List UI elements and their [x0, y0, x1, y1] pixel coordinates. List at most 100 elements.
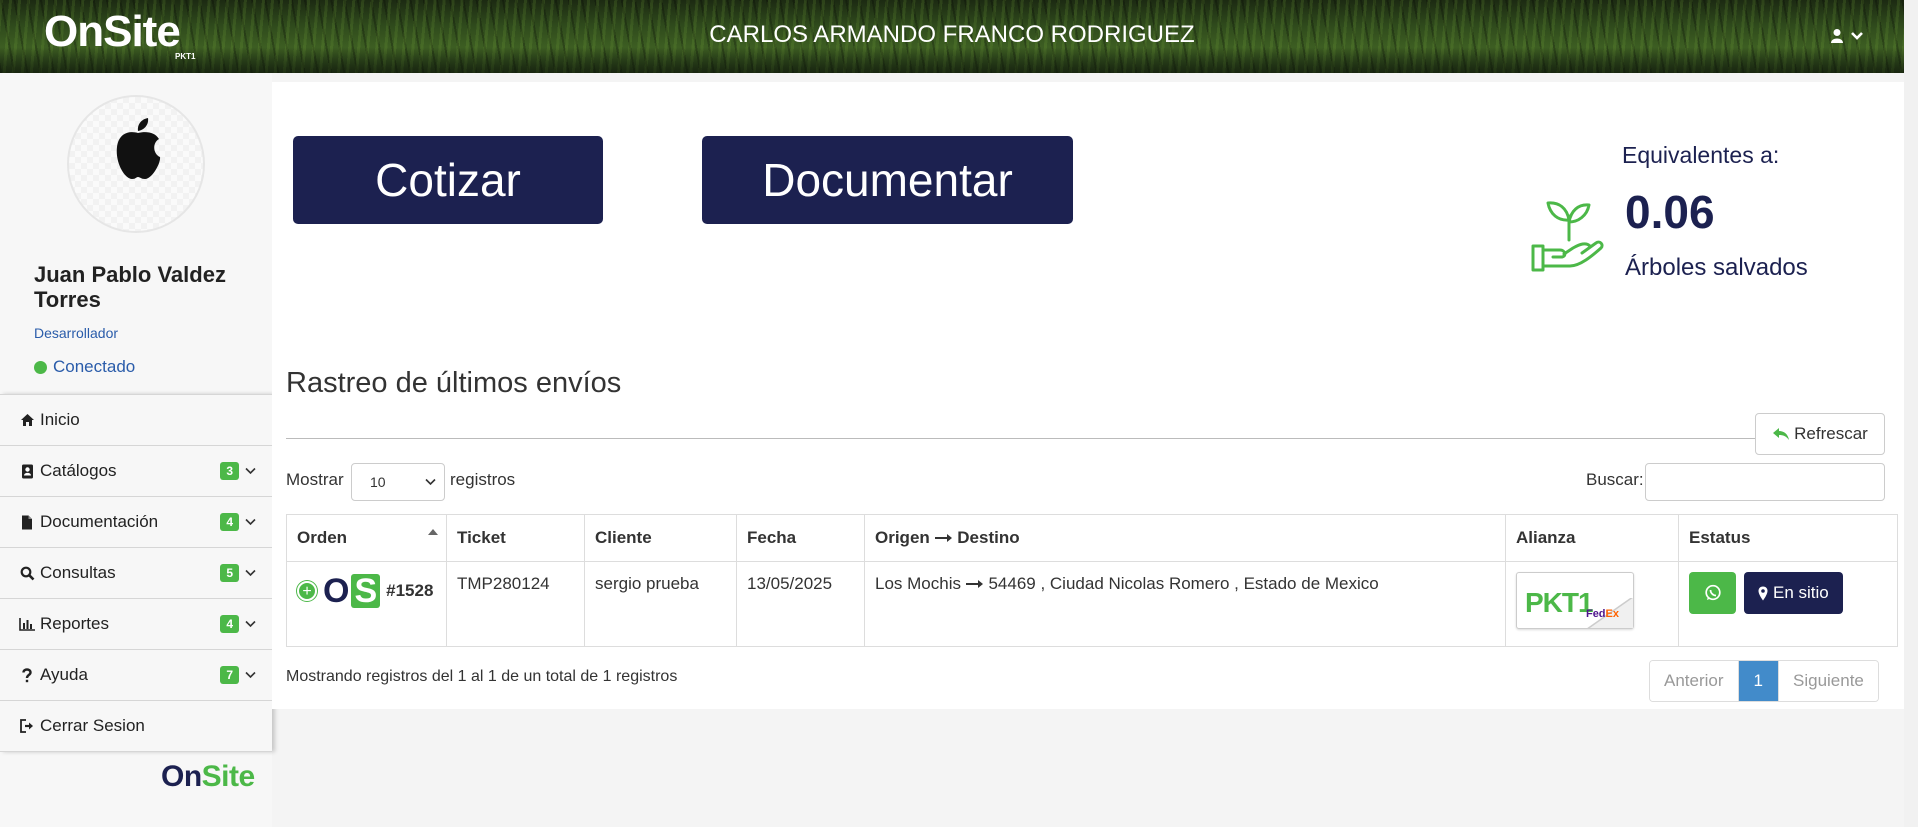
- sidebar-item-label: Documentación: [40, 512, 159, 531]
- column-header-fecha[interactable]: Fecha: [736, 514, 865, 562]
- status-en-sitio-button[interactable]: En sitio: [1744, 572, 1843, 614]
- table-row: + OS #1528 TMP280124 sergio prueba 13/05…: [286, 561, 1898, 647]
- cell-date: 13/05/2025: [736, 561, 865, 647]
- cell-order: + OS #1528: [286, 561, 447, 647]
- chevron-down-icon: [245, 515, 256, 529]
- map-marker-icon: [1758, 586, 1768, 600]
- sidebar-nav: Inicio Catálogos 3 Documentación 4 Consu…: [0, 394, 272, 752]
- order-number[interactable]: #1528: [386, 581, 433, 601]
- fedex-logo-text: FedEx: [1585, 608, 1619, 620]
- sidebar-item-label: Cerrar Sesion: [40, 716, 145, 735]
- sidebar-item-catalogos[interactable]: Catálogos 3: [0, 446, 272, 497]
- scrollbar[interactable]: [1904, 0, 1918, 827]
- refresh-button[interactable]: Refrescar: [1755, 413, 1885, 455]
- sidebar-item-documentacion[interactable]: Documentación 4: [0, 497, 272, 548]
- sidebar-item-label: Inicio: [40, 410, 80, 429]
- table-header-row: Orden Ticket Cliente Fecha Origen Destin…: [286, 514, 1898, 562]
- count-badge: 4: [220, 513, 239, 531]
- footer-logo: OnSite: [161, 760, 255, 793]
- cell-route: Los Mochis 54469 , Ciudad Nicolas Romero…: [864, 561, 1506, 647]
- home-icon: [18, 413, 36, 427]
- page-length-select[interactable]: 10: [351, 463, 445, 501]
- cell-alliance: PKT1 FedEx: [1505, 561, 1679, 647]
- sidebar-item-consultas[interactable]: Consultas 5: [0, 548, 272, 599]
- chevron-down-icon: [425, 477, 436, 489]
- refresh-label: Refrescar: [1794, 424, 1868, 443]
- file-icon: [18, 515, 36, 530]
- expand-row-icon[interactable]: +: [297, 581, 317, 601]
- chevron-down-icon: [245, 617, 256, 631]
- bar-chart-icon: [18, 617, 36, 631]
- count-badge: 3: [220, 462, 239, 480]
- documentar-button[interactable]: Documentar: [702, 136, 1073, 224]
- cell-ticket: TMP280124: [446, 561, 585, 647]
- count-badge: 4: [220, 615, 239, 633]
- pagination: Anterior 1 Siguiente: [1649, 660, 1879, 702]
- cell-client: sergio prueba: [584, 561, 737, 647]
- equivalents-label: Árboles salvados: [1625, 254, 1808, 281]
- user-icon: [1831, 29, 1843, 43]
- route-origin: Los Mochis: [875, 574, 961, 593]
- cotizar-button[interactable]: Cotizar: [293, 136, 603, 224]
- column-header-estatus[interactable]: Estatus: [1678, 514, 1898, 562]
- column-header-origen-destino[interactable]: Origen Destino: [864, 514, 1506, 562]
- cell-status: En sitio: [1678, 561, 1898, 647]
- column-header-alianza[interactable]: Alianza: [1505, 514, 1679, 562]
- reply-icon: [1773, 428, 1790, 440]
- sidebar-item-ayuda[interactable]: Ayuda 7: [0, 650, 272, 701]
- status-label: En sitio: [1773, 583, 1829, 602]
- pager-previous[interactable]: Anterior: [1650, 661, 1739, 701]
- length-prefix: Mostrar: [286, 470, 344, 489]
- column-header-ticket[interactable]: Ticket: [446, 514, 585, 562]
- plant-hand-icon: [1531, 201, 1604, 272]
- arrow-right-icon: [934, 528, 958, 547]
- avatar: [67, 95, 205, 233]
- equivalents-title: Equivalentes a:: [1622, 142, 1780, 168]
- tracking-title: Rastreo de últimos envíos: [286, 367, 622, 399]
- sidebar: Juan Pablo Valdez Torres Desarrollador C…: [0, 73, 272, 827]
- search-label: Buscar:: [1586, 470, 1644, 489]
- question-icon: [18, 667, 36, 683]
- address-book-icon: [18, 464, 36, 479]
- sidebar-item-label: Consultas: [40, 563, 116, 582]
- profile-status[interactable]: Conectado: [34, 357, 135, 377]
- equivalents-value: 0.06: [1625, 186, 1715, 238]
- pkt1-logo-text: PKT1: [1525, 587, 1594, 618]
- sort-asc-icon: [428, 527, 438, 538]
- column-header-orden[interactable]: Orden: [286, 514, 447, 562]
- online-dot-icon: [34, 360, 47, 374]
- count-badge: 7: [220, 666, 239, 684]
- apple-logo-icon: [116, 118, 161, 179]
- table-info: Mostrando registros del 1 al 1 de un tot…: [286, 668, 678, 685]
- pager-page-1[interactable]: 1: [1738, 661, 1779, 701]
- profile-name: Juan Pablo Valdez Torres: [34, 262, 226, 313]
- page-length-value: 10: [370, 474, 386, 490]
- length-suffix: registros: [450, 470, 516, 489]
- arrow-right-icon: [965, 574, 989, 593]
- sidebar-item-reportes[interactable]: Reportes 4: [0, 599, 272, 650]
- tracking-table: Orden Ticket Cliente Fecha Origen Destin…: [286, 514, 1898, 647]
- onsite-os-logo: OS: [323, 574, 381, 608]
- column-header-cliente[interactable]: Cliente: [584, 514, 737, 562]
- user-menu-toggle[interactable]: [1830, 28, 1864, 44]
- brand-sub: PKT1: [175, 52, 196, 61]
- whatsapp-button[interactable]: [1689, 572, 1736, 614]
- chevron-down-icon: [1851, 32, 1863, 40]
- header-user-name: CARLOS ARMANDO FRANCO RODRIGUEZ: [709, 21, 1195, 48]
- chevron-down-icon: [245, 668, 256, 682]
- sidebar-item-cerrar-sesion[interactable]: Cerrar Sesion: [0, 701, 272, 752]
- sidebar-item-inicio[interactable]: Inicio: [0, 395, 272, 446]
- sign-out-icon: [18, 719, 36, 733]
- pager-next[interactable]: Siguiente: [1779, 661, 1878, 701]
- profile-status-label: Conectado: [53, 357, 136, 376]
- top-header: OnSite PKT1 CARLOS ARMANDO FRANCO RODRIG…: [0, 0, 1904, 73]
- sidebar-item-label: Catálogos: [40, 461, 117, 480]
- alliance-logo: PKT1 FedEx: [1516, 572, 1634, 629]
- profile-role[interactable]: Desarrollador: [34, 325, 118, 341]
- main-content: Cotizar Documentar Equivalentes a: 0.06 …: [272, 82, 1904, 709]
- chevron-down-icon: [245, 464, 256, 478]
- whatsapp-icon: [1704, 584, 1721, 601]
- search-icon: [18, 566, 36, 581]
- sidebar-item-label: Ayuda: [40, 665, 88, 684]
- search-input[interactable]: [1645, 463, 1885, 501]
